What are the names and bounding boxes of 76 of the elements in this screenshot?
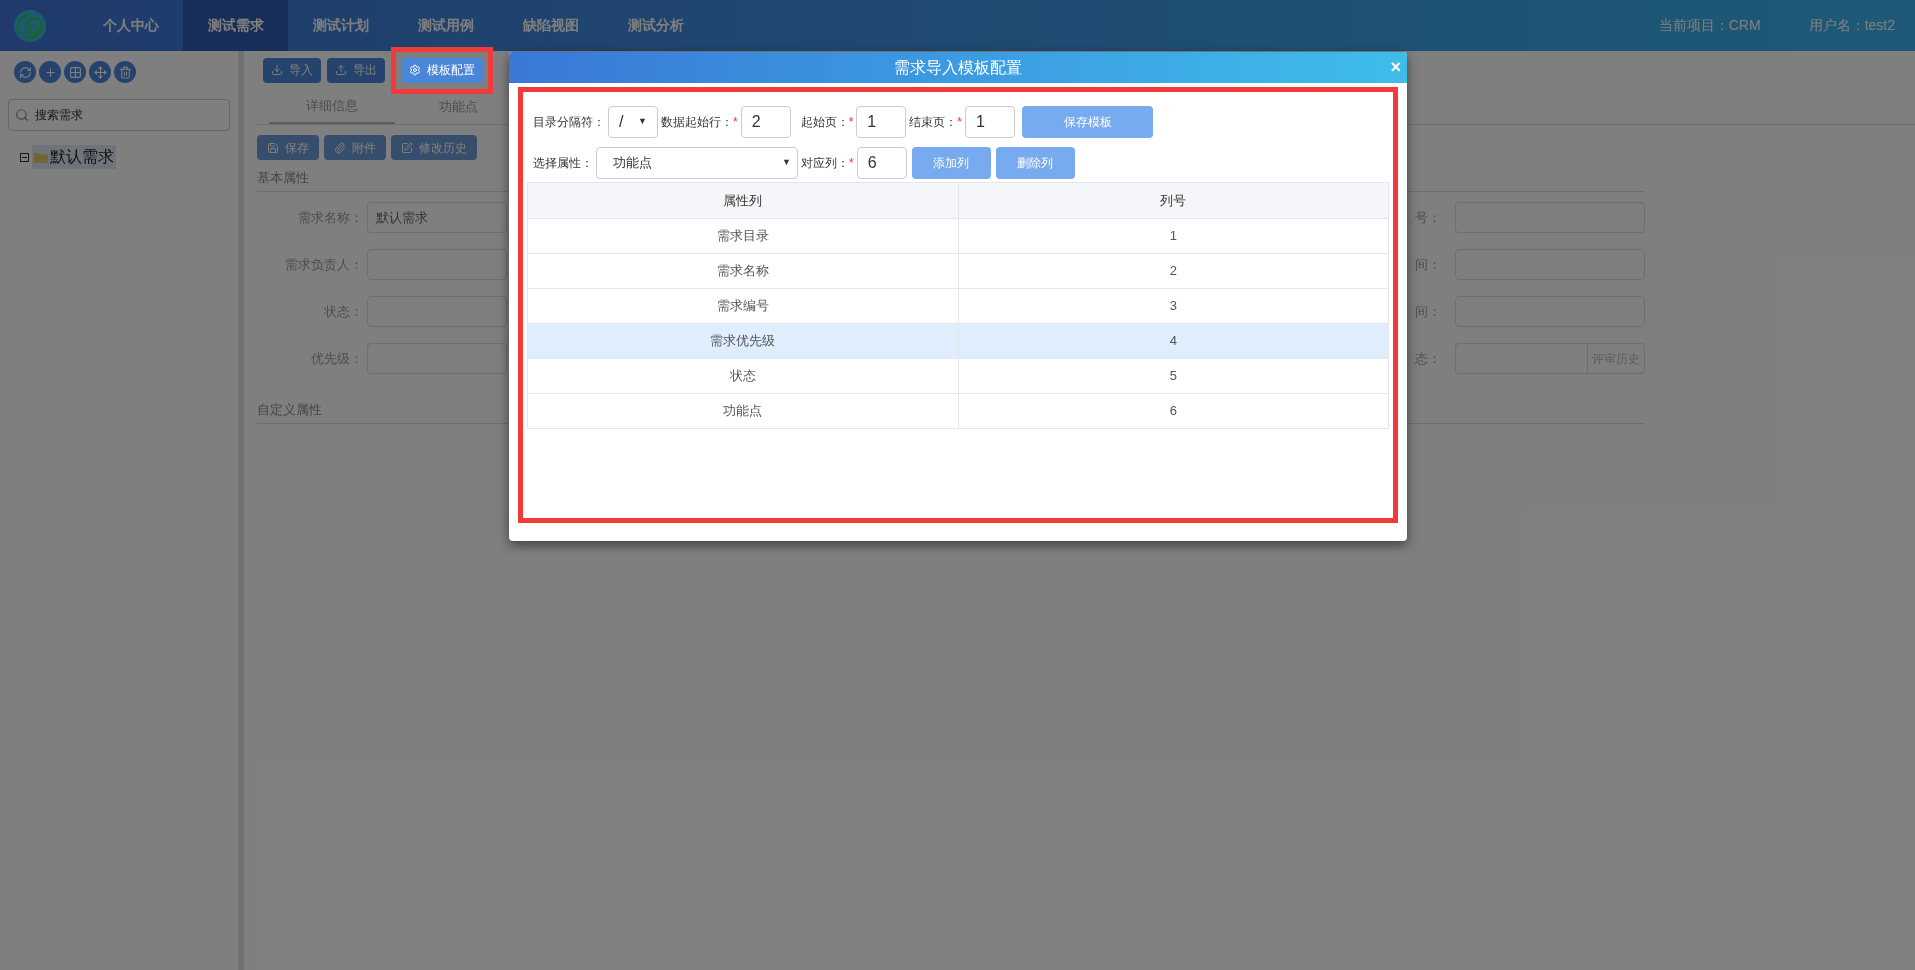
close-button[interactable]: × <box>1390 54 1401 81</box>
text-field[interactable] <box>367 343 507 374</box>
table-row[interactable]: 功能点 6 <box>527 393 1389 429</box>
tree-item[interactable]: 默认需求 <box>32 145 116 169</box>
grid-icon[interactable] <box>64 61 86 83</box>
text-field[interactable] <box>367 249 507 280</box>
folder-icon <box>34 151 48 163</box>
refresh-icon[interactable] <box>14 61 36 83</box>
table-cell: 6 <box>958 393 1389 429</box>
column-header: 属性列 <box>527 182 958 219</box>
table-row[interactable]: 需求编号 3 <box>527 288 1389 324</box>
floppy-icon <box>267 141 279 154</box>
toolbar-button[interactable]: 导入 <box>263 57 321 83</box>
collapse-toggle[interactable] <box>20 152 29 162</box>
download-icon <box>271 64 283 76</box>
table-cell: 2 <box>958 253 1389 289</box>
column-field[interactable]: 6 <box>856 147 907 179</box>
field-label: 结束页：* <box>909 114 962 131</box>
field-label: 起始页：* <box>800 114 854 131</box>
table-cell: 需求优先级 <box>527 323 958 359</box>
table-cell: 需求编号 <box>527 288 958 324</box>
table-row[interactable]: 需求优先级 4 <box>527 323 1389 359</box>
table-row[interactable]: 需求名称 2 <box>527 253 1389 289</box>
nav-tab[interactable]: 测试需求 <box>183 0 288 51</box>
table-cell: 功能点 <box>527 393 958 429</box>
toolbar-button[interactable]: 导出 <box>327 57 385 83</box>
nav-tab[interactable]: 测试计划 <box>288 0 393 51</box>
delete-column-button[interactable]: 删除列 <box>995 147 1075 179</box>
table-row[interactable]: 需求目录 1 <box>527 218 1389 254</box>
text-field[interactable] <box>367 296 507 327</box>
table-cell: 状态 <box>527 358 958 394</box>
nav-tab[interactable]: 测试分析 <box>603 0 708 51</box>
nav-tab[interactable]: 缺陷视图 <box>498 0 603 51</box>
move-glyph-icon <box>93 65 107 79</box>
delete-icon[interactable] <box>114 61 136 83</box>
table-cell: 3 <box>958 288 1389 324</box>
table-cell: 需求名称 <box>527 253 958 289</box>
pen-square-icon <box>401 141 413 154</box>
table-row[interactable]: 状态 5 <box>527 358 1389 394</box>
current-project: 当前项目：CRM <box>1658 16 1761 35</box>
paperclip-icon <box>334 141 346 154</box>
move-icon[interactable] <box>89 61 111 83</box>
user-name: 用户名：test2 <box>1808 16 1895 35</box>
action-button[interactable]: 保存 <box>257 135 319 160</box>
nav-tab[interactable]: 个人中心 <box>78 0 183 51</box>
separator-select[interactable]: / ▼ <box>608 106 658 138</box>
add-column-button[interactable]: 添加列 <box>911 147 991 179</box>
save-template-button[interactable]: 保存模板 <box>1022 106 1153 138</box>
table-cell: 5 <box>958 358 1389 394</box>
caret-icon: ▼ <box>638 115 647 129</box>
table-cell: 1 <box>958 218 1389 254</box>
action-button[interactable]: 修改历史 <box>391 135 477 160</box>
action-button[interactable]: 附件 <box>324 135 386 160</box>
logo-icon <box>12 7 48 44</box>
text-field[interactable]: 默认需求 <box>367 202 507 233</box>
add-glyph-icon <box>43 65 57 79</box>
field-label: 数据起始行：* <box>661 114 738 131</box>
grid-glyph-icon <box>68 65 82 79</box>
toolbar-button[interactable]: 模板配置 <box>401 57 483 83</box>
caret-icon: ▼ <box>782 156 791 170</box>
upload-icon <box>335 64 347 76</box>
table-cell: 需求目录 <box>527 218 958 254</box>
search-icon <box>15 108 29 122</box>
table-cell: 4 <box>958 323 1389 359</box>
gear-icon <box>409 64 421 76</box>
end-page-field[interactable]: 1 <box>965 106 1015 138</box>
start-row-field[interactable]: 2 <box>740 106 791 138</box>
search-field[interactable]: 搜索需求 <box>8 99 230 131</box>
dialog-title: 需求导入模板配置 <box>894 57 1022 78</box>
start-page-field[interactable]: 1 <box>856 106 907 138</box>
refresh-glyph-icon <box>18 65 32 79</box>
field-label: 目录分隔符： <box>533 114 605 131</box>
attribute-select[interactable]: 功能点 ▼ <box>596 147 798 179</box>
column-header: 列号 <box>958 182 1389 219</box>
delete-glyph-icon <box>118 65 132 79</box>
add-icon[interactable] <box>39 61 61 83</box>
